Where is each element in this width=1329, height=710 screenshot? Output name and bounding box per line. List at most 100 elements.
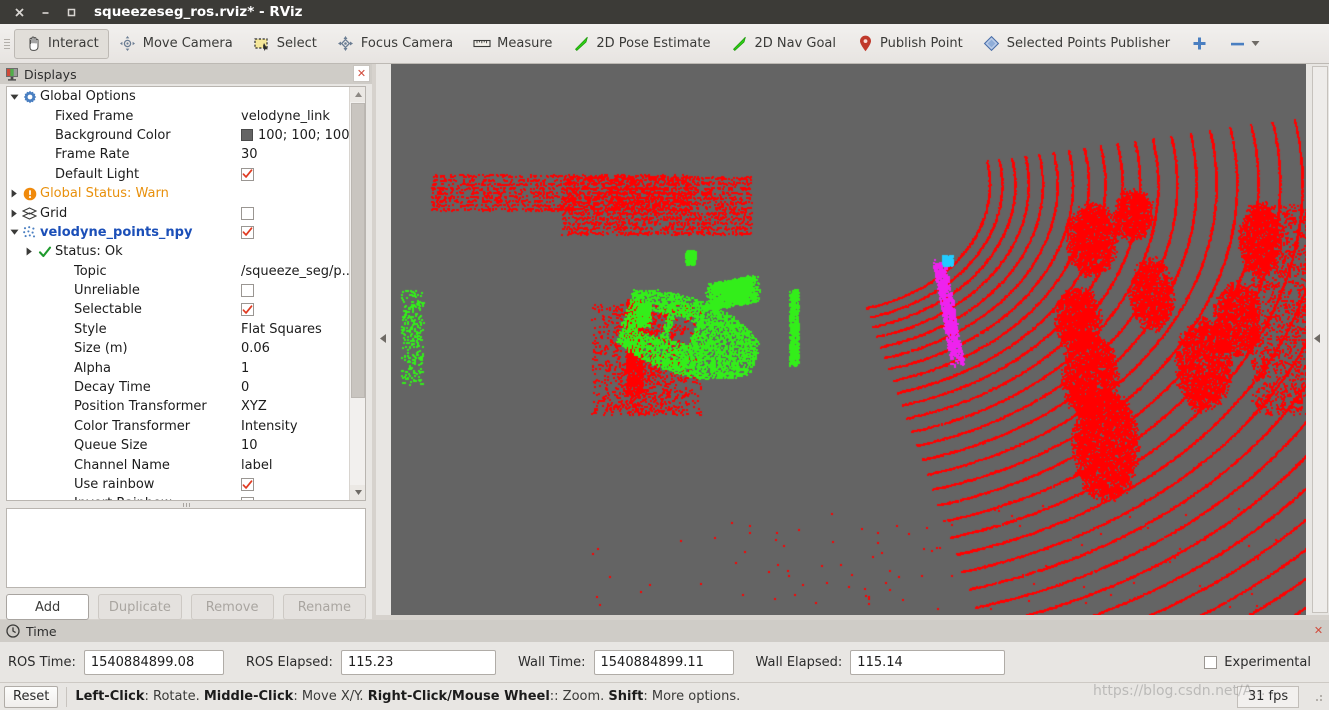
toolbar-select-button[interactable]: Select (243, 29, 327, 59)
time-field-input[interactable]: 115.23 (340, 649, 496, 675)
chevron-right-icon[interactable] (7, 189, 21, 198)
tree-row[interactable]: velodyne_points_npy (7, 223, 350, 242)
toolbar-interact-button[interactable]: Interact (14, 28, 109, 59)
scroll-up-icon[interactable] (350, 87, 365, 102)
display-description-box (6, 508, 366, 588)
tree-row[interactable]: Decay Time 0 (7, 378, 350, 397)
tree-row[interactable]: Style Flat Squares (7, 320, 350, 339)
tree-row-label: Color Transformer (74, 418, 191, 434)
collapse-right-arrow-icon[interactable] (1314, 332, 1321, 347)
pointcloud-icon (21, 225, 38, 239)
tree-row-value[interactable]: 30 (241, 147, 258, 162)
add-button[interactable]: Add (6, 594, 90, 620)
selection-box-icon (253, 35, 271, 53)
time-close-button[interactable]: ✕ (1311, 623, 1326, 638)
toolbar-selected-points-publisher-button[interactable]: Selected Points Publisher (973, 29, 1180, 59)
tree-row-label: Size (m) (74, 341, 128, 357)
tree-row[interactable]: Color Transformer Intensity (7, 417, 350, 436)
left-splitter[interactable] (376, 64, 391, 615)
gear-icon (21, 90, 38, 104)
tree-row-value[interactable]: 0.06 (241, 341, 270, 356)
chevron-down-icon[interactable] (1250, 35, 1261, 53)
chevron-down-icon[interactable] (7, 228, 21, 236)
tree-row-value[interactable]: label (241, 458, 272, 473)
tree-row[interactable]: Queue Size 10 (7, 436, 350, 455)
toolbar-focus-camera-button[interactable]: Focus Camera (327, 29, 463, 59)
reset-button[interactable]: Reset (4, 685, 59, 708)
tree-row[interactable]: Status: Ok (7, 242, 350, 261)
tree-row[interactable]: Alpha 1 (7, 358, 350, 377)
tree-row-value[interactable]: /squeeze_seg/p... (241, 264, 350, 279)
checkbox-unchecked[interactable] (241, 206, 254, 220)
scrollbar-thumb[interactable] (351, 103, 365, 398)
toolbar-item-label: Select (276, 36, 317, 51)
displays-tree[interactable]: Global Options Fixed Frame velodyne_link Ba… (6, 86, 366, 501)
right-splitter[interactable] (1306, 64, 1329, 615)
chevron-right-icon[interactable] (22, 247, 36, 256)
collapse-left-arrow-icon[interactable] (380, 332, 387, 347)
displays-tree-scrollbar[interactable] (349, 87, 365, 500)
minimize-icon[interactable] (32, 1, 58, 23)
tree-row-value[interactable]: Flat Squares (241, 322, 322, 337)
toolbar-2d-pose-estimate-button[interactable]: 2D Pose Estimate (562, 29, 720, 59)
tree-row-value[interactable]: 1 (241, 361, 249, 376)
displays-panel: Displays ✕ Global Options Fixed Frame velo… (0, 64, 372, 620)
experimental-toggle[interactable]: Experimental (1204, 655, 1321, 670)
point-cloud-canvas[interactable] (391, 64, 1306, 615)
tree-row[interactable]: Fixed Frame velodyne_link (7, 106, 350, 125)
tree-row[interactable]: Channel Name label (7, 455, 350, 474)
tree-row[interactable]: Topic/squeeze_seg/p... (7, 262, 350, 281)
displays-panel-header: Displays ✕ (0, 64, 372, 84)
tree-row[interactable]: Invert Rainbow (7, 494, 350, 500)
tree-row[interactable]: Grid (7, 203, 350, 222)
tree-row[interactable]: Global Status: Warn (7, 184, 350, 203)
tree-row[interactable]: Size (m) 0.06 (7, 339, 350, 358)
tree-row-value[interactable]: 0 (241, 380, 249, 395)
tree-row[interactable]: Unreliable (7, 281, 350, 300)
time-field-input[interactable]: 1540884899.11 (593, 649, 734, 675)
tree-row-label: Alpha (74, 360, 111, 376)
hint-segment: : More options. (643, 689, 741, 704)
color-swatch[interactable] (241, 129, 253, 142)
maximize-icon[interactable] (58, 1, 84, 23)
checkbox-checked[interactable] (241, 167, 254, 181)
3d-render-view[interactable] (391, 64, 1306, 615)
checkbox-unchecked[interactable] (241, 284, 254, 298)
toolbar-move-camera-button[interactable]: Move Camera (109, 29, 243, 59)
tree-row-value[interactable]: Intensity (241, 419, 298, 434)
toolbar-2d-nav-goal-button[interactable]: 2D Nav Goal (720, 29, 846, 59)
displays-close-button[interactable]: ✕ (353, 65, 370, 82)
tree-row-value[interactable]: XYZ (241, 399, 267, 414)
tree-row[interactable]: Use rainbow (7, 475, 350, 494)
tree-row[interactable]: Background Color 100; 100; 100 (7, 126, 350, 145)
tree-row-value[interactable]: velodyne_link (241, 109, 330, 124)
tree-row[interactable]: Default Light (7, 165, 350, 184)
chevron-down-icon[interactable] (7, 93, 21, 101)
tree-row[interactable]: Frame Rate 30 (7, 145, 350, 164)
tree-row[interactable]: Position Transformer XYZ (7, 397, 350, 416)
checkbox-checked[interactable] (241, 225, 254, 239)
scroll-down-icon[interactable] (350, 485, 365, 500)
focus-camera-icon (337, 35, 355, 53)
tree-row[interactable]: Selectable (7, 300, 350, 319)
checkbox-checked[interactable] (241, 478, 254, 491)
displays-horizontal-splitter[interactable] (6, 501, 366, 508)
toolbar-measure-button[interactable]: Measure (463, 29, 562, 59)
displays-icon (4, 66, 20, 82)
chevron-right-icon[interactable] (7, 209, 21, 218)
close-icon[interactable] (6, 1, 32, 23)
toolbar-overflow-button[interactable] (1218, 29, 1271, 59)
toolbar-publish-point-button[interactable]: Publish Point (846, 29, 973, 59)
toolbar-add-tool-button[interactable] (1180, 29, 1218, 59)
tree-row-label: Position Transformer (74, 399, 207, 415)
time-field-input[interactable]: 1540884899.08 (83, 649, 224, 675)
experimental-checkbox[interactable] (1204, 655, 1218, 669)
time-field-input[interactable]: 115.14 (850, 649, 1006, 675)
tree-row-value[interactable]: 10 (241, 438, 258, 453)
toolbar-drag-handle[interactable] (2, 31, 12, 57)
tree-row-label: velodyne_points_npy (40, 224, 193, 240)
checkbox-checked[interactable] (241, 303, 254, 317)
time-field-label: ROS Time: (8, 654, 76, 670)
tree-row[interactable]: Global Options (7, 87, 350, 106)
resize-grip-icon[interactable] (1311, 690, 1325, 704)
